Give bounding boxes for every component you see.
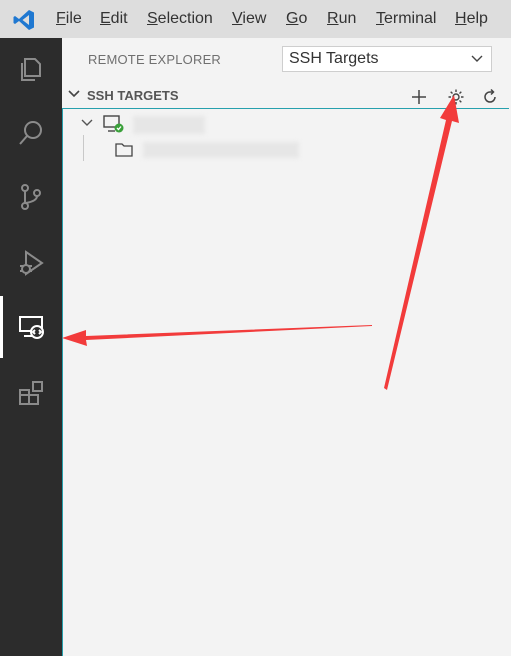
arrow-to-gear xyxy=(384,95,459,390)
annotation-arrows xyxy=(62,95,459,390)
arrow-to-remote-explorer xyxy=(62,325,372,346)
